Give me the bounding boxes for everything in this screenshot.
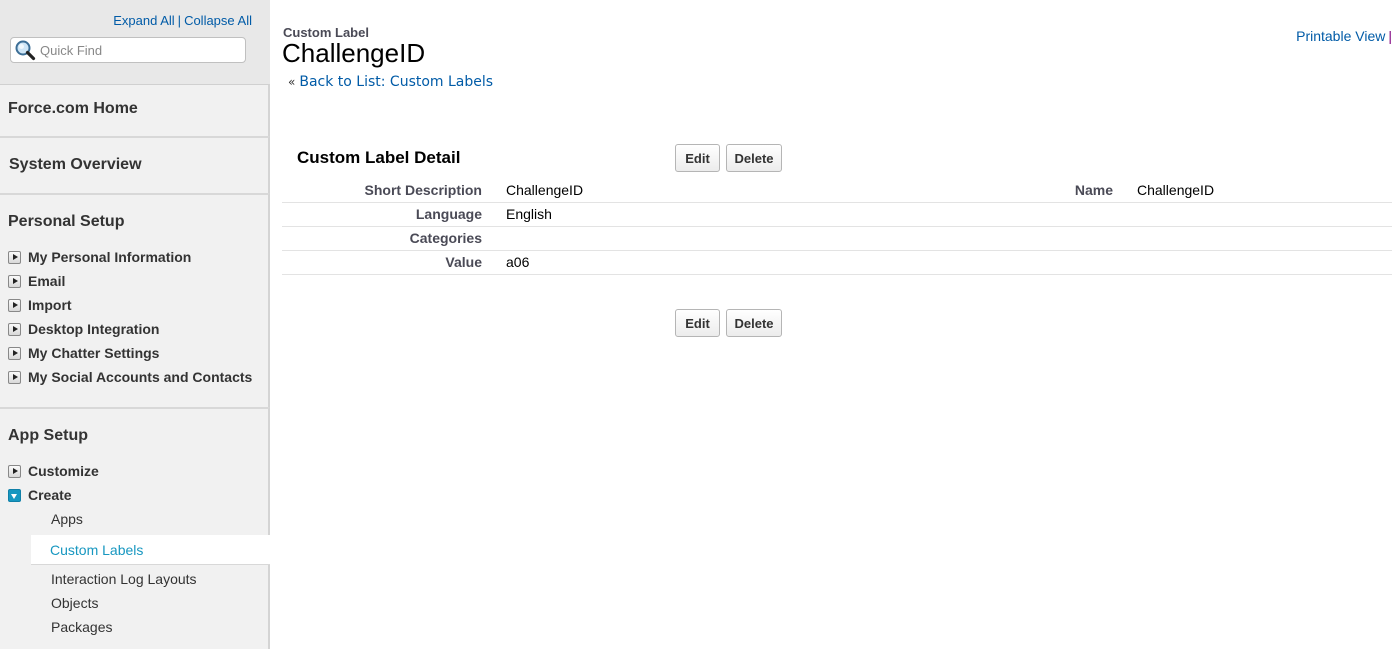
main-content: Custom Label ChallengeID «Back to List: … bbox=[271, 0, 1392, 649]
expand-arrow-icon[interactable] bbox=[8, 250, 21, 264]
expand-arrow-icon[interactable] bbox=[8, 346, 21, 360]
field-label bbox=[942, 226, 1127, 251]
field-value: ChallengeID bbox=[1127, 178, 1392, 203]
force-home-link[interactable]: Force.com Home bbox=[0, 85, 268, 133]
field-label bbox=[942, 202, 1127, 227]
app-setup-heading: App Setup bbox=[8, 427, 88, 444]
link-separator: | bbox=[177, 13, 182, 28]
field-label: Short Description bbox=[282, 178, 497, 203]
detail-row: Language English bbox=[282, 202, 1392, 227]
field-value bbox=[1127, 202, 1392, 227]
collapse-arrow-icon[interactable] bbox=[8, 488, 21, 502]
link-separator: | bbox=[1388, 28, 1392, 44]
field-value bbox=[1127, 226, 1392, 251]
expand-arrow-icon[interactable] bbox=[8, 298, 21, 312]
sidebar-item-my-chatter-settings[interactable]: My Chatter Settings bbox=[0, 341, 268, 365]
field-value bbox=[497, 226, 942, 251]
sidebar: Expand All|Collapse All Force.com Home S… bbox=[0, 0, 270, 649]
collapse-all-link[interactable]: Collapse All bbox=[184, 13, 252, 28]
section-system-overview[interactable]: System Overview bbox=[0, 136, 270, 193]
field-value bbox=[1127, 250, 1392, 275]
expand-arrow-icon[interactable] bbox=[8, 322, 21, 336]
sidebar-item-label: My Social Accounts and Contacts bbox=[28, 369, 253, 385]
expand-arrow-icon[interactable] bbox=[8, 274, 21, 288]
sidebar-subitem-interaction-log-layouts[interactable]: Interaction Log Layouts bbox=[0, 567, 268, 591]
sidebar-header: Expand All | Collapse All bbox=[0, 0, 270, 84]
edit-button[interactable]: Edit bbox=[675, 144, 720, 172]
sidebar-subitem-apps[interactable]: Apps bbox=[0, 507, 268, 531]
sidebar-item-import[interactable]: Import bbox=[0, 293, 268, 317]
breadcrumb: «Back to List: Custom Labels bbox=[288, 74, 493, 90]
sidebar-item-customize[interactable]: Customize bbox=[0, 459, 268, 483]
personal-setup-heading: Personal Setup bbox=[8, 213, 125, 230]
edit-button-bottom[interactable]: Edit bbox=[675, 309, 720, 337]
system-overview-link[interactable]: System Overview bbox=[0, 138, 268, 192]
detail-row: Short Description ChallengeID Name Chall… bbox=[282, 178, 1392, 203]
sidebar-item-label: My Personal Information bbox=[28, 249, 192, 265]
quick-find-box[interactable] bbox=[10, 37, 246, 63]
sidebar-item-email[interactable]: Email bbox=[0, 269, 268, 293]
detail-table: Short Description ChallengeID Name Chall… bbox=[282, 178, 1392, 275]
sidebar-item-label: Customize bbox=[28, 463, 99, 479]
search-icon bbox=[14, 39, 36, 61]
section-personal-setup: Personal Setup My Personal Information E… bbox=[0, 193, 270, 407]
sidebar-subitem-custom-labels[interactable]: Custom Labels bbox=[31, 535, 270, 565]
back-arrow-icon: « bbox=[288, 75, 296, 89]
expand-all-link[interactable]: Expand All bbox=[113, 13, 174, 28]
printable-view-link[interactable]: Printable View bbox=[1296, 28, 1385, 44]
field-label: Name bbox=[942, 178, 1127, 203]
field-value: English bbox=[497, 202, 942, 227]
detail-row: Categories bbox=[282, 226, 1392, 251]
field-label: Value bbox=[282, 250, 497, 275]
detail-section-title: Custom Label Detail bbox=[297, 148, 461, 167]
expand-arrow-icon[interactable] bbox=[8, 464, 21, 478]
delete-button[interactable]: Delete bbox=[726, 144, 782, 172]
sidebar-item-label: Desktop Integration bbox=[28, 321, 160, 337]
sidebar-item-create[interactable]: Create bbox=[0, 483, 268, 507]
sidebar-item-my-social-accounts[interactable]: My Social Accounts and Contacts bbox=[0, 365, 268, 389]
expand-arrow-icon[interactable] bbox=[8, 370, 21, 384]
field-value: a06 bbox=[497, 250, 942, 275]
quick-find-input[interactable] bbox=[40, 42, 240, 58]
delete-button-bottom[interactable]: Delete bbox=[726, 309, 782, 337]
back-to-list-link[interactable]: Back to List: Custom Labels bbox=[299, 74, 493, 90]
printable-view-links: Printable View | bbox=[1296, 28, 1392, 44]
section-force-home[interactable]: Force.com Home bbox=[0, 84, 270, 136]
page-title: ChallengeID bbox=[282, 38, 426, 68]
sidebar-subitem-packages[interactable]: Packages bbox=[0, 615, 268, 639]
field-label bbox=[942, 250, 1127, 275]
sidebar-item-label: My Chatter Settings bbox=[28, 345, 160, 361]
expand-collapse-links: Expand All | Collapse All bbox=[113, 13, 252, 28]
section-app-setup: App Setup Customize Create Apps Custom L… bbox=[0, 407, 270, 649]
field-label: Categories bbox=[282, 226, 497, 251]
detail-row: Value a06 bbox=[282, 250, 1392, 275]
sidebar-subitem-objects[interactable]: Objects bbox=[0, 591, 268, 615]
field-value: ChallengeID bbox=[497, 178, 942, 203]
sidebar-item-label: Email bbox=[28, 273, 66, 289]
sidebar-item-my-personal-information[interactable]: My Personal Information bbox=[0, 245, 268, 269]
sidebar-item-label: Import bbox=[28, 297, 72, 313]
sidebar-item-label: Create bbox=[28, 487, 72, 503]
field-label: Language bbox=[282, 202, 497, 227]
sidebar-item-desktop-integration[interactable]: Desktop Integration bbox=[0, 317, 268, 341]
